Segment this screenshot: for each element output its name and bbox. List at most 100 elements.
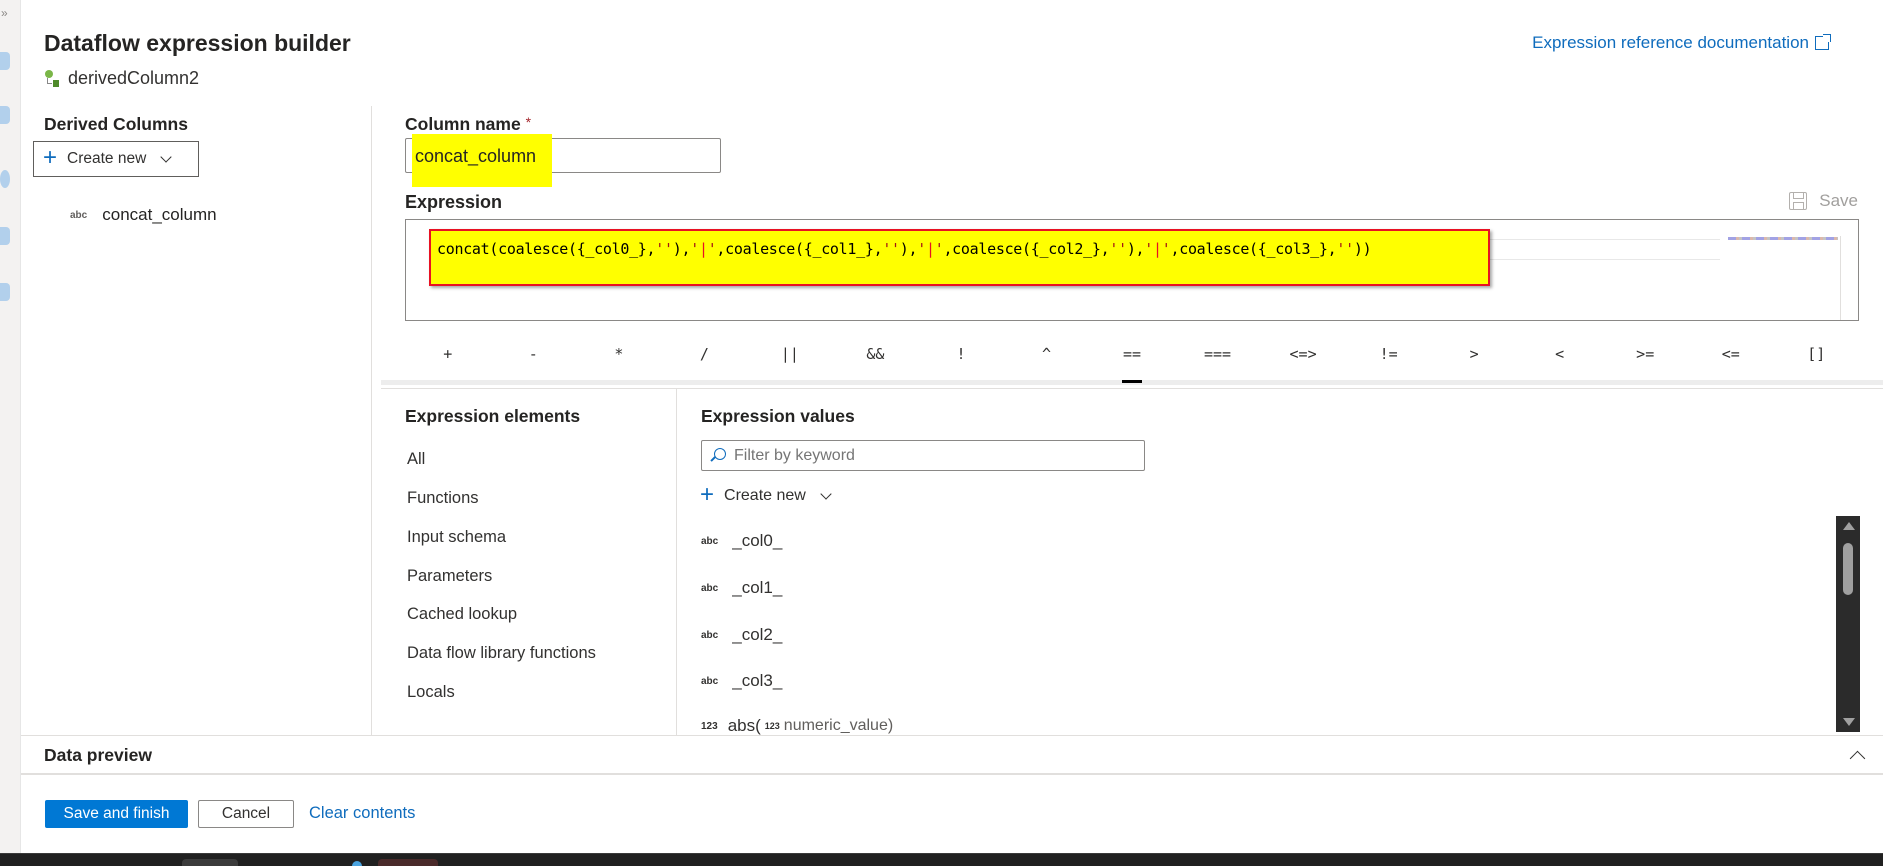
create-new-label: Create new: [724, 487, 806, 504]
string-type-icon: abc: [70, 209, 88, 221]
value-item[interactable]: abc _col2_: [701, 625, 782, 645]
filter-input[interactable]: [734, 446, 1114, 465]
derived-create-new-button[interactable]: + Create new: [33, 141, 199, 177]
string-type-icon: abc: [701, 675, 719, 687]
operator-toolbar: + - * / || &&! ^ == === <=> != > < >= <=[]: [405, 328, 1859, 380]
expression-label: Expression: [405, 192, 503, 212]
element-parameters[interactable]: Parameters: [407, 567, 492, 586]
function-signature: abs( 123 numeric_value): [728, 716, 894, 736]
derived-columns-title: Derived Columns: [44, 114, 188, 134]
home-icon[interactable]: [0, 52, 10, 70]
save-expression-button[interactable]: Save: [1789, 191, 1858, 211]
operator-button[interactable]: &&: [833, 345, 919, 363]
operator-button[interactable]: <=: [1688, 345, 1774, 363]
operator-button[interactable]: /: [662, 345, 748, 363]
code-token: |: [925, 240, 935, 258]
operator-button[interactable]: ==: [1089, 345, 1175, 363]
create-new-label: Create new: [67, 150, 147, 167]
element-library-functions[interactable]: Data flow library functions: [407, 644, 596, 663]
plus-icon: +: [43, 144, 58, 171]
node-name-label: derivedColumn2: [68, 68, 200, 88]
scroll-up-icon[interactable]: [1843, 522, 1855, 530]
operator-button[interactable]: <=>: [1260, 345, 1346, 363]
taskbar-app[interactable]: [352, 861, 362, 866]
elements-divider: [676, 389, 677, 735]
derived-column-icon: [44, 69, 62, 88]
monitor-icon[interactable]: [0, 170, 10, 188]
operator-button[interactable]: <: [1517, 345, 1603, 363]
search-icon: [714, 447, 726, 460]
expression-elements-title: Expression elements: [405, 406, 581, 426]
operator-button[interactable]: *: [576, 345, 662, 363]
operator-button[interactable]: []: [1774, 345, 1860, 363]
operator-button[interactable]: >: [1431, 345, 1517, 363]
value-name: _col1_: [732, 578, 783, 597]
data-preview-divider: [21, 735, 1883, 736]
code-token: '': [655, 240, 673, 258]
taskbar-app[interactable]: [378, 859, 438, 866]
scroll-thumb[interactable]: [1843, 543, 1853, 595]
value-name: _col2_: [732, 625, 783, 644]
derived-column-item[interactable]: abc concat_column: [70, 205, 217, 225]
expand-sidebar-icon[interactable]: »: [1, 6, 8, 20]
operator-button[interactable]: -: [491, 345, 577, 363]
learning-icon[interactable]: [0, 283, 10, 301]
save-and-finish-button[interactable]: Save and finish: [45, 800, 188, 828]
string-type-icon: abc: [701, 535, 719, 547]
operator-button[interactable]: ===: [1175, 345, 1261, 363]
code-token: '': [1336, 240, 1354, 258]
chevron-down-icon: [820, 487, 832, 500]
function-item[interactable]: 123 abs( 123 numeric_value): [701, 716, 893, 736]
editor-minimap[interactable]: [1728, 237, 1838, 240]
code-token: ': [690, 240, 699, 258]
filter-search-box[interactable]: [701, 440, 1145, 471]
author-icon[interactable]: [0, 106, 10, 124]
expression-reference-link[interactable]: Expression reference documentation: [1532, 33, 1831, 53]
element-locals[interactable]: Locals: [407, 683, 455, 702]
doc-link-label[interactable]: Expression reference documentation: [1532, 33, 1809, 53]
element-all[interactable]: All: [407, 450, 425, 469]
numeric-type-icon: 123: [764, 721, 780, 731]
cancel-button[interactable]: Cancel: [198, 800, 294, 828]
column-name-value[interactable]: concat_column: [415, 146, 536, 167]
values-create-new-button[interactable]: + Create new: [700, 483, 832, 507]
code-token: ),: [1126, 240, 1145, 258]
operator-scroll-thumb[interactable]: [1122, 380, 1142, 383]
value-item[interactable]: abc _col1_: [701, 578, 782, 598]
column-name-label-text: Column name: [405, 114, 521, 134]
required-mark: *: [525, 114, 532, 130]
chevron-up-icon[interactable]: [1849, 750, 1866, 767]
data-preview-title[interactable]: Data preview: [44, 745, 152, 766]
string-type-icon: abc: [701, 582, 719, 594]
element-functions[interactable]: Functions: [407, 489, 479, 508]
section-divider: [381, 388, 1883, 389]
function-argument: numeric_value): [783, 717, 894, 734]
operator-button[interactable]: >=: [1602, 345, 1688, 363]
string-type-icon: abc: [701, 629, 719, 641]
code-token: ': [917, 240, 926, 258]
external-link-icon: [1815, 34, 1831, 50]
clear-contents-link[interactable]: Clear contents: [309, 804, 415, 823]
element-input-schema[interactable]: Input schema: [407, 528, 506, 547]
app-sidebar-strip: »: [0, 0, 21, 853]
value-item[interactable]: abc _col0_: [701, 531, 782, 551]
numeric-type-icon: 123: [701, 720, 718, 732]
page-title: Dataflow expression builder: [44, 30, 351, 56]
operator-button[interactable]: ^: [1004, 345, 1090, 363]
code-token: '': [882, 240, 900, 258]
expression-code[interactable]: concat(coalesce({_col0_},''),'|',coalesc…: [437, 240, 1372, 258]
scroll-down-icon[interactable]: [1843, 718, 1855, 726]
code-token: ,coalesce({_col1_},: [716, 240, 883, 258]
data-preview-divider: [21, 773, 1883, 775]
taskbar-app[interactable]: [182, 859, 238, 866]
operator-button[interactable]: !: [918, 345, 1004, 363]
element-cached-lookup[interactable]: Cached lookup: [407, 605, 517, 624]
operator-button[interactable]: +: [405, 345, 491, 363]
manage-icon[interactable]: [0, 227, 10, 245]
operator-button[interactable]: !=: [1346, 345, 1432, 363]
editor-line-guide: [1490, 259, 1720, 260]
value-item[interactable]: abc _col3_: [701, 671, 782, 691]
chevron-down-icon: [160, 150, 172, 163]
operator-button[interactable]: ||: [747, 345, 833, 363]
save-icon: [1789, 192, 1808, 210]
